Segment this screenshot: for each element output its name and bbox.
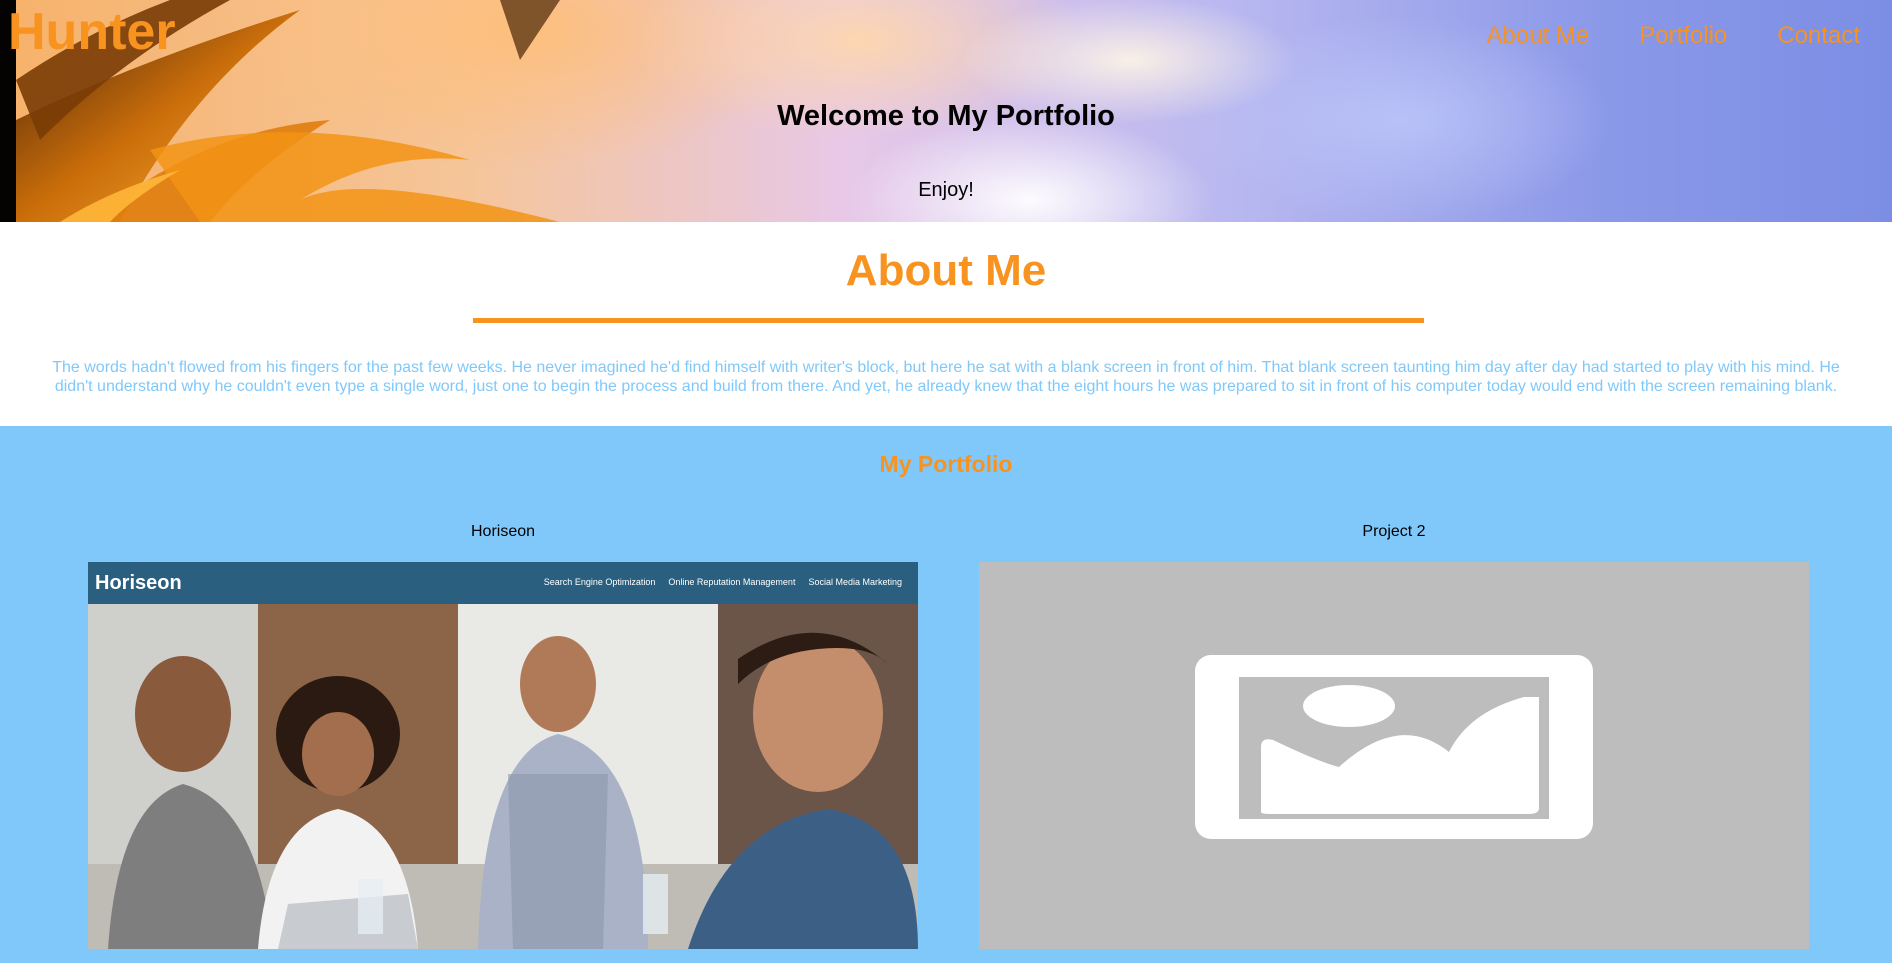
thumbnail-brand: Horiseon <box>95 572 182 594</box>
hero-title: Welcome to My Portfolio <box>777 100 1115 132</box>
team-meeting-photo <box>88 604 918 949</box>
image-placeholder-icon <box>1195 655 1593 839</box>
thumbnail-nav-link: Search Engine Optimization <box>543 577 656 587</box>
main-nav: About Me Portfolio Contact <box>1487 22 1861 50</box>
hero-header: Hunter About Me Portfolio Contact Welcom… <box>0 0 1892 222</box>
project-card-horiseon: Horiseon Horiseon Search Engine Optimiza… <box>88 522 918 949</box>
about-section: About Me The words hadn't flowed from hi… <box>0 222 1892 426</box>
project-thumbnail-horiseon[interactable]: Horiseon Search Engine Optimization Onli… <box>88 562 918 949</box>
portfolio-heading: My Portfolio <box>879 451 1013 477</box>
nav-link-contact[interactable]: Contact <box>1777 22 1860 50</box>
about-divider <box>473 318 1424 323</box>
project-title: Horiseon <box>470 523 536 540</box>
about-heading: About Me <box>845 246 1047 295</box>
project-card-2: Project 2 <box>979 522 1809 949</box>
project-thumbnail-2[interactable] <box>979 562 1809 949</box>
site-logo[interactable]: Hunter <box>8 4 176 60</box>
thumbnail-nav-link: Online Reputation Management <box>668 577 796 587</box>
nav-link-about[interactable]: About Me <box>1487 22 1590 50</box>
portfolio-section: My Portfolio Horiseon Horiseon Search En… <box>0 426 1892 963</box>
hero-subtitle: Enjoy! <box>918 179 974 201</box>
about-text: The words hadn't flowed from his fingers… <box>52 359 1840 395</box>
thumbnail-navbar: Horiseon Search Engine Optimization Onli… <box>88 562 918 604</box>
thumbnail-nav-links: Search Engine Optimization Online Reputa… <box>544 576 902 588</box>
project-title: Project 2 <box>1362 523 1426 540</box>
thumbnail-nav-link: Social Media Marketing <box>808 577 902 587</box>
nav-link-portfolio[interactable]: Portfolio <box>1639 22 1727 50</box>
